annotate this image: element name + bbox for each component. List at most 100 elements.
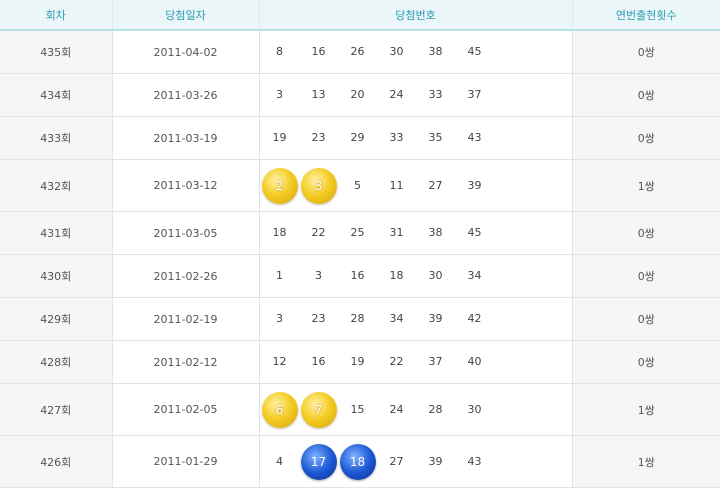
date-cell: 2011-02-05 (112, 383, 260, 436)
header-round: 회차 (0, 0, 113, 31)
consecutive-count-cell: 1쌍 (572, 383, 720, 436)
yellow-number-ball: 2 (261, 167, 298, 204)
number: 43 (467, 454, 482, 468)
consecutive-count-cell: 0쌍 (572, 211, 720, 255)
header-numbers: 당첨번호 (259, 0, 573, 31)
date-cell: 2011-02-19 (112, 297, 260, 341)
number: 12 (272, 355, 287, 368)
table-row: 431회 2011-03-05 18 22 25 31 38 45 0쌍 (0, 211, 720, 255)
table-row: 433회 2011-03-19 19 23 29 33 35 43 0쌍 (0, 116, 720, 160)
number: 3 (315, 269, 322, 282)
number: 30 (389, 45, 404, 58)
consecutive-count-cell: 0쌍 (572, 340, 720, 384)
yellow-number-ball: 6 (261, 391, 298, 428)
number: 25 (350, 226, 365, 239)
yellow-number-ball: 7 (300, 391, 337, 428)
table-row: 428회 2011-02-12 12 16 19 22 37 40 0쌍 (0, 340, 720, 384)
number: 3 (276, 88, 283, 101)
number: 40 (467, 355, 482, 368)
number: 31 (389, 226, 404, 239)
table-row: 427회 2011-02-05 6 7 15 24 28 30 1쌍 (0, 383, 720, 436)
number: 24 (389, 402, 404, 416)
number: 38 (428, 226, 443, 239)
numbers-cell: 6 7 15 24 28 30 (259, 383, 573, 436)
consecutive-count-cell: 0쌍 (572, 116, 720, 160)
date-cell: 2011-03-19 (112, 116, 260, 160)
numbers-cell: 1 3 16 18 30 34 (259, 254, 573, 298)
consecutive-count-cell: 0쌍 (572, 297, 720, 341)
blue-number-ball: 17 (300, 443, 337, 480)
numbers-cell: 3 13 20 24 33 37 (259, 73, 573, 117)
number: 19 (350, 355, 365, 368)
number: 34 (389, 312, 404, 325)
numbers-cell: 8 16 26 30 38 45 (259, 30, 573, 74)
round-cell: 432회 (0, 159, 113, 212)
number: 11 (389, 178, 404, 192)
table-row: 434회 2011-03-26 3 13 20 24 33 37 0쌍 (0, 73, 720, 117)
number: 37 (467, 88, 482, 101)
date-cell: 2011-03-26 (112, 73, 260, 117)
number: 4 (276, 454, 283, 468)
blue-number-ball: 18 (339, 443, 376, 480)
number: 38 (428, 45, 443, 58)
round-cell: 435회 (0, 30, 113, 74)
number: 20 (350, 88, 365, 101)
number: 39 (467, 178, 482, 192)
number: 16 (311, 355, 326, 368)
number: 27 (389, 454, 404, 468)
number: 23 (311, 131, 326, 144)
number: 27 (428, 178, 443, 192)
consecutive-count-cell: 0쌍 (572, 73, 720, 117)
numbers-cell: 3 23 28 34 39 42 (259, 297, 573, 341)
date-cell: 2011-03-12 (112, 159, 260, 212)
date-cell: 2011-02-26 (112, 254, 260, 298)
table-row: 430회 2011-02-26 1 3 16 18 30 34 0쌍 (0, 254, 720, 298)
table-row: 435회 2011-04-02 8 16 26 30 38 45 0쌍 (0, 30, 720, 74)
number: 35 (428, 131, 443, 144)
number: 43 (467, 131, 482, 144)
number: 18 (389, 269, 404, 282)
consecutive-count-cell: 0쌍 (572, 30, 720, 74)
round-cell: 433회 (0, 116, 113, 160)
yellow-number-ball: 3 (300, 167, 337, 204)
header-consecutive: 연번출현횟수 (572, 0, 720, 31)
number: 5 (354, 178, 361, 192)
number: 16 (311, 45, 326, 58)
number: 30 (467, 402, 482, 416)
number: 28 (350, 312, 365, 325)
date-cell: 2011-02-12 (112, 340, 260, 384)
number: 29 (350, 131, 365, 144)
round-cell: 434회 (0, 73, 113, 117)
round-cell: 431회 (0, 211, 113, 255)
number: 39 (428, 312, 443, 325)
round-cell: 430회 (0, 254, 113, 298)
header-row: 회차 당첨일자 당첨번호 연번출현횟수 (0, 0, 720, 31)
date-cell: 2011-03-05 (112, 211, 260, 255)
number: 24 (389, 88, 404, 101)
number: 13 (311, 88, 326, 101)
date-cell: 2011-04-02 (112, 30, 260, 74)
consecutive-count-cell: 0쌍 (572, 254, 720, 298)
number: 30 (428, 269, 443, 282)
number: 15 (350, 402, 365, 416)
number: 16 (350, 269, 365, 282)
consecutive-count-cell: 1쌍 (572, 159, 720, 212)
number: 39 (428, 454, 443, 468)
number: 23 (311, 312, 326, 325)
numbers-cell: 12 16 19 22 37 40 (259, 340, 573, 384)
number: 26 (350, 45, 365, 58)
table-row: 432회 2011-03-12 2 3 5 11 27 39 1쌍 (0, 159, 720, 212)
number: 1 (276, 269, 283, 282)
number: 3 (276, 312, 283, 325)
round-cell: 429회 (0, 297, 113, 341)
number: 45 (467, 226, 482, 239)
number: 19 (272, 131, 287, 144)
header-date: 당첨일자 (112, 0, 260, 31)
number: 42 (467, 312, 482, 325)
number: 18 (272, 226, 287, 239)
number: 22 (311, 226, 326, 239)
lotto-results-table: 회차 당첨일자 당첨번호 연번출현횟수 435회 2011-04-02 8 16 26 3… (0, 0, 720, 488)
number: 22 (389, 355, 404, 368)
number: 45 (467, 45, 482, 58)
round-cell: 428회 (0, 340, 113, 384)
